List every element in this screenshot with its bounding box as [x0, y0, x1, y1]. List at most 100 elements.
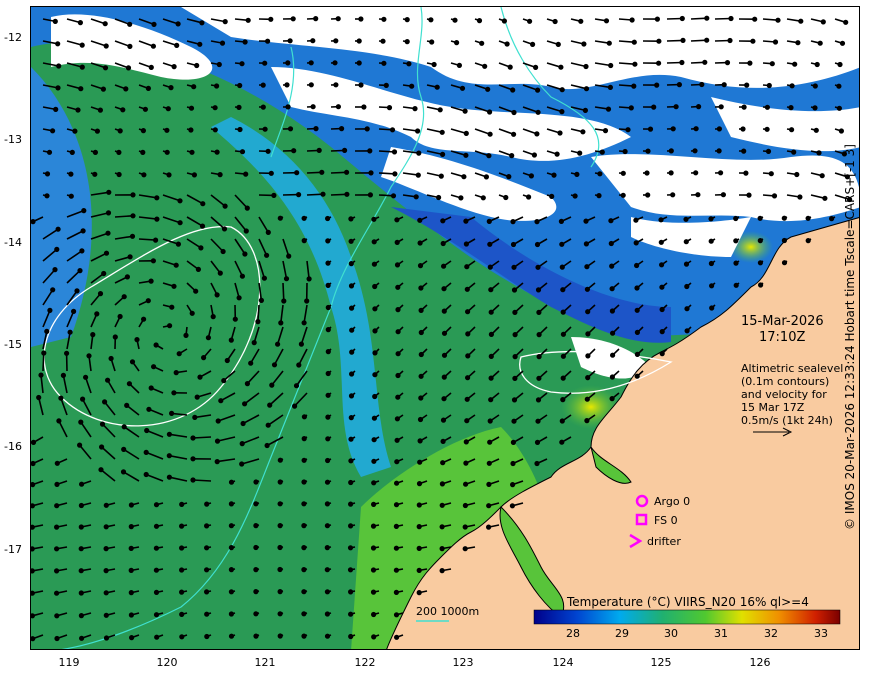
velocity-arrow-head — [372, 350, 378, 356]
velocity-arrow-head — [31, 503, 35, 509]
velocity-arrow-head — [440, 151, 446, 157]
velocity-arrow-head — [106, 189, 112, 195]
velocity-arrow-head — [245, 17, 251, 23]
velocity-arrow-head — [391, 149, 398, 155]
velocity-arrow-head — [788, 127, 795, 133]
velocity-arrow-head — [651, 104, 657, 110]
velocity-arrow-head — [771, 193, 778, 199]
velocity-arrow-head — [333, 82, 339, 88]
velocity-arrow-head — [199, 20, 205, 26]
velocity-arrow-head — [693, 170, 699, 176]
velocity-arrow-head — [533, 64, 539, 71]
velocity-arrow-head — [54, 635, 60, 642]
velocity-arrow-head — [574, 171, 580, 177]
velocity-arrow-head — [720, 192, 727, 198]
velocity-arrow-head — [80, 228, 86, 234]
velocity-arrow-head — [285, 104, 291, 110]
velocity-arrow-head — [629, 17, 635, 23]
velocity-arrow-head — [197, 41, 203, 47]
velocity-arrow-head — [463, 152, 469, 158]
velocity-arrow-head — [372, 328, 378, 334]
velocity-arrow-head — [416, 545, 422, 552]
velocity-arrow-head — [510, 241, 517, 248]
velocity-arrow-head — [105, 210, 112, 216]
velocity-arrow-head — [721, 82, 727, 88]
velocity-arrow-head — [239, 149, 246, 155]
velocity-arrow-head — [253, 544, 259, 551]
velocity-arrow-head — [417, 217, 423, 223]
velocity-arrow-head — [243, 171, 249, 177]
velocity-arrow-head — [418, 351, 424, 358]
velocity-arrow-head — [393, 545, 400, 551]
velocity-arrow-head — [342, 147, 348, 153]
velocity-arrow-head — [53, 106, 59, 112]
velocity-arrow-head — [244, 205, 250, 211]
velocity-arrow-head — [480, 195, 486, 201]
velocity-arrow-head — [608, 240, 614, 247]
velocity-arrow-head — [277, 544, 283, 551]
colorbar-tick-31: 31 — [714, 627, 728, 640]
velocity-arrow-head — [253, 566, 259, 573]
velocity-arrow-head — [335, 16, 341, 22]
velocity-arrow-head — [609, 286, 615, 292]
velocity-arrow-head — [534, 219, 540, 225]
velocity-arrow-head — [417, 459, 423, 465]
velocity-arrow-head — [395, 307, 401, 313]
velocity-arrow-head — [201, 355, 207, 361]
velocity-arrow-head — [281, 298, 287, 304]
velocity-arrow-head — [60, 372, 67, 379]
velocity-arrow-head — [103, 545, 109, 552]
velocity-arrow-head — [116, 149, 122, 155]
velocity-arrow-head — [56, 63, 62, 69]
velocity-arrow-head — [458, 195, 464, 201]
velocity-arrow-head — [465, 353, 471, 359]
velocity-arrow-head — [440, 240, 446, 247]
velocity-arrow-head — [608, 62, 614, 69]
velocity-arrow-head — [463, 130, 469, 136]
velocity-arrow-head — [371, 480, 377, 486]
velocity-arrow-head — [268, 170, 274, 176]
velocity-arrow-head — [78, 612, 85, 619]
velocity-arrow-head — [791, 149, 797, 155]
velocity-arrow-head — [552, 18, 558, 25]
colorbar-tick-33: 33 — [814, 627, 828, 640]
velocity-arrow-head — [38, 372, 44, 378]
velocity-arrow-head — [197, 374, 203, 380]
velocity-arrow-head — [349, 371, 355, 377]
velocity-arrow-head — [164, 149, 170, 155]
velocity-arrow-head — [418, 395, 424, 401]
velocity-arrow-head — [380, 38, 386, 44]
velocity-arrow-head — [77, 268, 83, 274]
velocity-arrow-head — [216, 61, 222, 68]
velocity-arrow-head — [781, 215, 787, 221]
velocity-arrow-head — [308, 82, 314, 88]
velocity-arrow-head — [228, 501, 234, 507]
velocity-arrow-head — [320, 191, 326, 197]
velocity-arrow-head — [482, 63, 488, 69]
velocity-arrow-head — [371, 415, 378, 421]
velocity-arrow-head — [99, 421, 106, 427]
velocity-arrow-head — [78, 546, 84, 552]
velocity-arrow-head — [31, 460, 36, 467]
velocity-arrow-head — [301, 611, 307, 617]
velocity-arrow-head — [188, 105, 195, 111]
colorbar-tick-30: 30 — [664, 627, 678, 640]
velocity-arrow-head — [298, 341, 305, 347]
velocity-arrow-head — [228, 523, 234, 529]
velocity-arrow-head — [128, 634, 135, 641]
velocity-arrow-head — [441, 286, 447, 292]
velocity-arrow-head — [486, 218, 492, 224]
velocity-arrow-head — [536, 309, 542, 316]
colorbar-tick-32: 32 — [764, 627, 778, 640]
velocity-arrow-head — [534, 460, 540, 467]
velocity-arrow-head — [277, 588, 283, 595]
velocity-arrow-head — [371, 634, 377, 640]
sst-map[interactable]: 15-Mar-2026 17:10Z Altimetric sealevel (… — [30, 6, 860, 650]
velocity-arrow — [192, 479, 212, 482]
velocity-arrow-head — [347, 567, 354, 573]
velocity-arrow-head — [717, 170, 724, 176]
velocity-arrow-head — [325, 238, 331, 244]
velocity-arrow-head — [128, 567, 134, 574]
velocity-arrow-head — [488, 353, 494, 360]
velocity-arrow-head — [394, 459, 400, 465]
